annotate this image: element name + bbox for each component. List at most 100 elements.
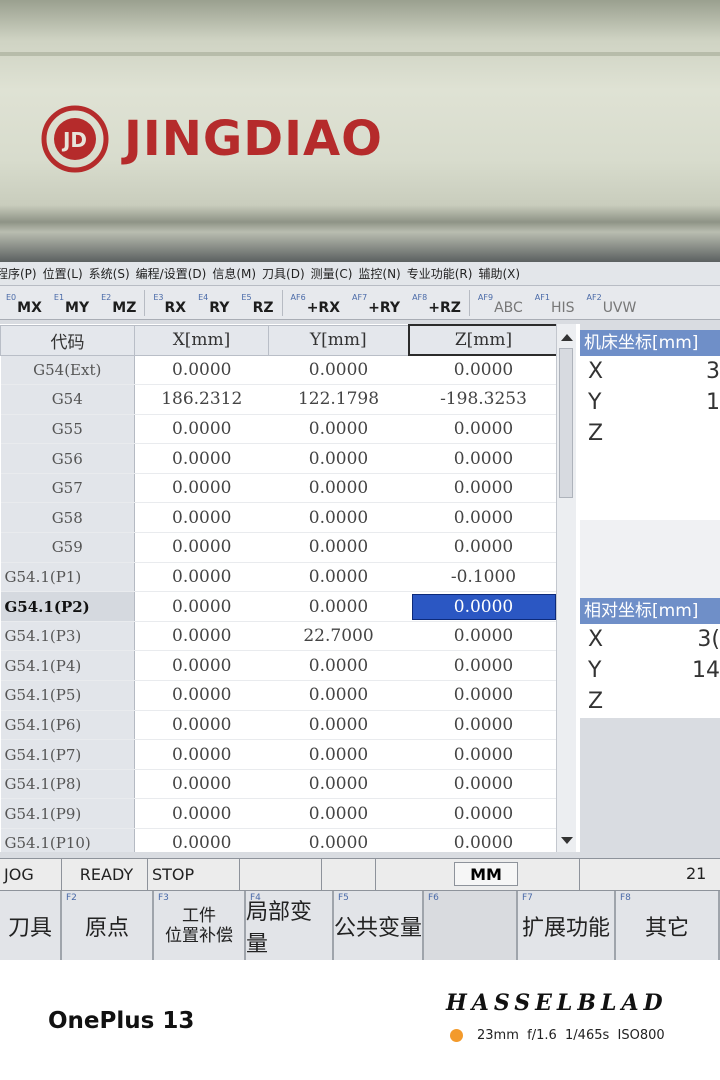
cell-z[interactable]: -198.3253: [408, 384, 559, 415]
cell-z[interactable]: 0.0000: [408, 502, 559, 534]
table-row[interactable]: G54(Ext) 0.0000 0.0000 0.0000: [0, 355, 559, 386]
cell-z[interactable]: 0.0000: [408, 443, 559, 474]
cell-y[interactable]: 0.0000: [268, 710, 409, 741]
cell-x[interactable]: 0.0000: [134, 798, 269, 829]
softkey-f7[interactable]: F7 扩展功能: [518, 891, 616, 960]
cell-x[interactable]: 0.0000: [134, 680, 269, 711]
cell-x[interactable]: 0.0000: [134, 769, 269, 800]
cell-y[interactable]: 0.0000: [268, 739, 409, 770]
cell-z[interactable]: 0.0000: [408, 473, 559, 504]
cell-x[interactable]: 0.0000: [134, 591, 269, 622]
cell-x[interactable]: 0.0000: [134, 532, 269, 563]
menu-item[interactable]: 信息(M): [210, 265, 262, 282]
cell-y[interactable]: 0.0000: [268, 502, 409, 534]
cell-z[interactable]: 0.0000: [408, 769, 559, 800]
softkey-f1[interactable]: 刀具: [0, 891, 62, 960]
function-key-abc[interactable]: AF9 ABC: [472, 293, 529, 319]
cell-y[interactable]: 0.0000: [268, 562, 409, 593]
cell-y[interactable]: 0.0000: [268, 414, 409, 445]
table-row[interactable]: G54.1(P10) 0.0000 0.0000 0.0000: [0, 828, 559, 852]
cell-y[interactable]: 0.0000: [268, 473, 409, 504]
cell-x[interactable]: 0.0000: [134, 443, 269, 474]
cell-x[interactable]: 0.0000: [134, 710, 269, 741]
menu-item[interactable]: 辅助(X): [476, 265, 526, 282]
softkey-f5[interactable]: F5 公共变量: [334, 891, 424, 960]
cell-y[interactable]: 0.0000: [268, 532, 409, 563]
function-key-rx[interactable]: E3 RX: [147, 293, 192, 319]
function-key-plus-ry[interactable]: AF7 +RY: [346, 293, 406, 319]
scroll-down-icon[interactable]: [561, 837, 573, 844]
cell-z[interactable]: 0.0000: [408, 650, 559, 682]
cell-y[interactable]: 0.0000: [268, 591, 409, 622]
cell-y[interactable]: 0.0000: [268, 798, 409, 829]
cell-z[interactable]: 0.0000: [408, 591, 559, 622]
cell-y[interactable]: 22.7000: [268, 621, 409, 652]
menu-item[interactable]: 监控(N): [356, 265, 406, 282]
table-row[interactable]: G54.1(P4) 0.0000 0.0000 0.0000: [0, 650, 559, 682]
softkey-f8[interactable]: F8 其它: [616, 891, 720, 960]
cell-x[interactable]: 186.2312: [134, 384, 269, 415]
function-key-plus-rx[interactable]: AF6 +RX: [285, 293, 346, 319]
table-row[interactable]: G54.1(P7) 0.0000 0.0000 0.0000: [0, 739, 559, 770]
cell-z[interactable]: 0.0000: [408, 621, 559, 652]
table-row[interactable]: G54.1(P9) 0.0000 0.0000 0.0000: [0, 798, 559, 829]
cell-z[interactable]: 0.0000: [408, 739, 559, 770]
cell-x[interactable]: 0.0000: [134, 473, 269, 504]
menu-item[interactable]: 系统(S): [87, 265, 136, 282]
menu-item[interactable]: 程序(P): [0, 265, 43, 282]
table-row[interactable]: G54 186.2312 122.1798 -198.3253: [0, 384, 559, 415]
scroll-thumb[interactable]: [559, 348, 573, 498]
cell-x[interactable]: 0.0000: [134, 355, 269, 386]
table-row[interactable]: G58 0.0000 0.0000 0.0000: [0, 502, 559, 534]
cell-z[interactable]: 0.0000: [408, 414, 559, 445]
menu-item[interactable]: 编程/设置(D): [134, 265, 213, 282]
table-row[interactable]: G59 0.0000 0.0000 0.0000: [0, 532, 559, 563]
scroll-up-icon[interactable]: [561, 334, 573, 341]
softkey-f6[interactable]: F6: [424, 891, 518, 960]
cell-z[interactable]: 0.0000: [408, 798, 559, 829]
table-row[interactable]: G54.1(P3) 0.0000 22.7000 0.0000: [0, 621, 559, 652]
cell-x[interactable]: 0.0000: [134, 562, 269, 593]
table-row[interactable]: G56 0.0000 0.0000 0.0000: [0, 443, 559, 474]
table-row[interactable]: G54.1(P2) 0.0000 0.0000 0.0000: [0, 591, 559, 622]
cell-x[interactable]: 0.0000: [134, 414, 269, 445]
menu-item[interactable]: 测量(C): [309, 265, 359, 282]
table-row[interactable]: G54.1(P1) 0.0000 0.0000 -0.1000: [0, 562, 559, 593]
table-row[interactable]: G54.1(P8) 0.0000 0.0000 0.0000: [0, 769, 559, 800]
softkey-f3[interactable]: F3 工件 位置补偿: [154, 891, 246, 960]
cell-y[interactable]: 0.0000: [268, 650, 409, 682]
cell-x[interactable]: 0.0000: [134, 502, 269, 534]
cell-y[interactable]: 0.0000: [268, 680, 409, 711]
cell-z[interactable]: 0.0000: [408, 680, 559, 711]
function-key-rz[interactable]: E5 RZ: [235, 293, 279, 319]
function-key-plus-rz[interactable]: AF8 +RZ: [406, 293, 467, 319]
table-row[interactable]: G54.1(P6) 0.0000 0.0000 0.0000: [0, 710, 559, 741]
cell-z[interactable]: 0.0000: [408, 828, 559, 852]
cell-x[interactable]: 0.0000: [134, 739, 269, 770]
table-row[interactable]: G55 0.0000 0.0000 0.0000: [0, 414, 559, 445]
function-key-uvw[interactable]: AF2 UVW: [581, 293, 643, 319]
function-key-my[interactable]: E1 MY: [48, 293, 95, 319]
cell-z[interactable]: 0.0000: [408, 710, 559, 741]
table-row[interactable]: G54.1(P5) 0.0000 0.0000 0.0000: [0, 680, 559, 711]
cell-z[interactable]: 0.0000: [408, 355, 559, 386]
menu-item[interactable]: 位置(L): [41, 265, 89, 282]
menu-item[interactable]: 刀具(D): [260, 265, 311, 282]
cell-y[interactable]: 0.0000: [268, 355, 409, 386]
cell-z[interactable]: -0.1000: [408, 562, 559, 593]
softkey-f2[interactable]: F2 原点: [62, 891, 154, 960]
cell-z[interactable]: 0.0000: [408, 532, 559, 563]
function-key-ry[interactable]: E4 RY: [192, 293, 235, 319]
softkey-f4[interactable]: F4 局部变量: [246, 891, 334, 960]
cell-x[interactable]: 0.0000: [134, 650, 269, 682]
selected-cell-value[interactable]: 0.0000: [411, 593, 556, 620]
menu-item[interactable]: 专业功能(R): [405, 265, 479, 282]
cell-y[interactable]: 0.0000: [268, 769, 409, 800]
function-key-mz[interactable]: E2 MZ: [95, 293, 142, 319]
cell-y[interactable]: 122.1798: [268, 384, 409, 415]
table-scrollbar[interactable]: [556, 324, 576, 852]
cell-y[interactable]: 0.0000: [268, 443, 409, 474]
cell-x[interactable]: 0.0000: [134, 828, 269, 852]
table-row[interactable]: G57 0.0000 0.0000 0.0000: [0, 473, 559, 504]
function-key-mx[interactable]: E0 MX: [0, 293, 48, 319]
